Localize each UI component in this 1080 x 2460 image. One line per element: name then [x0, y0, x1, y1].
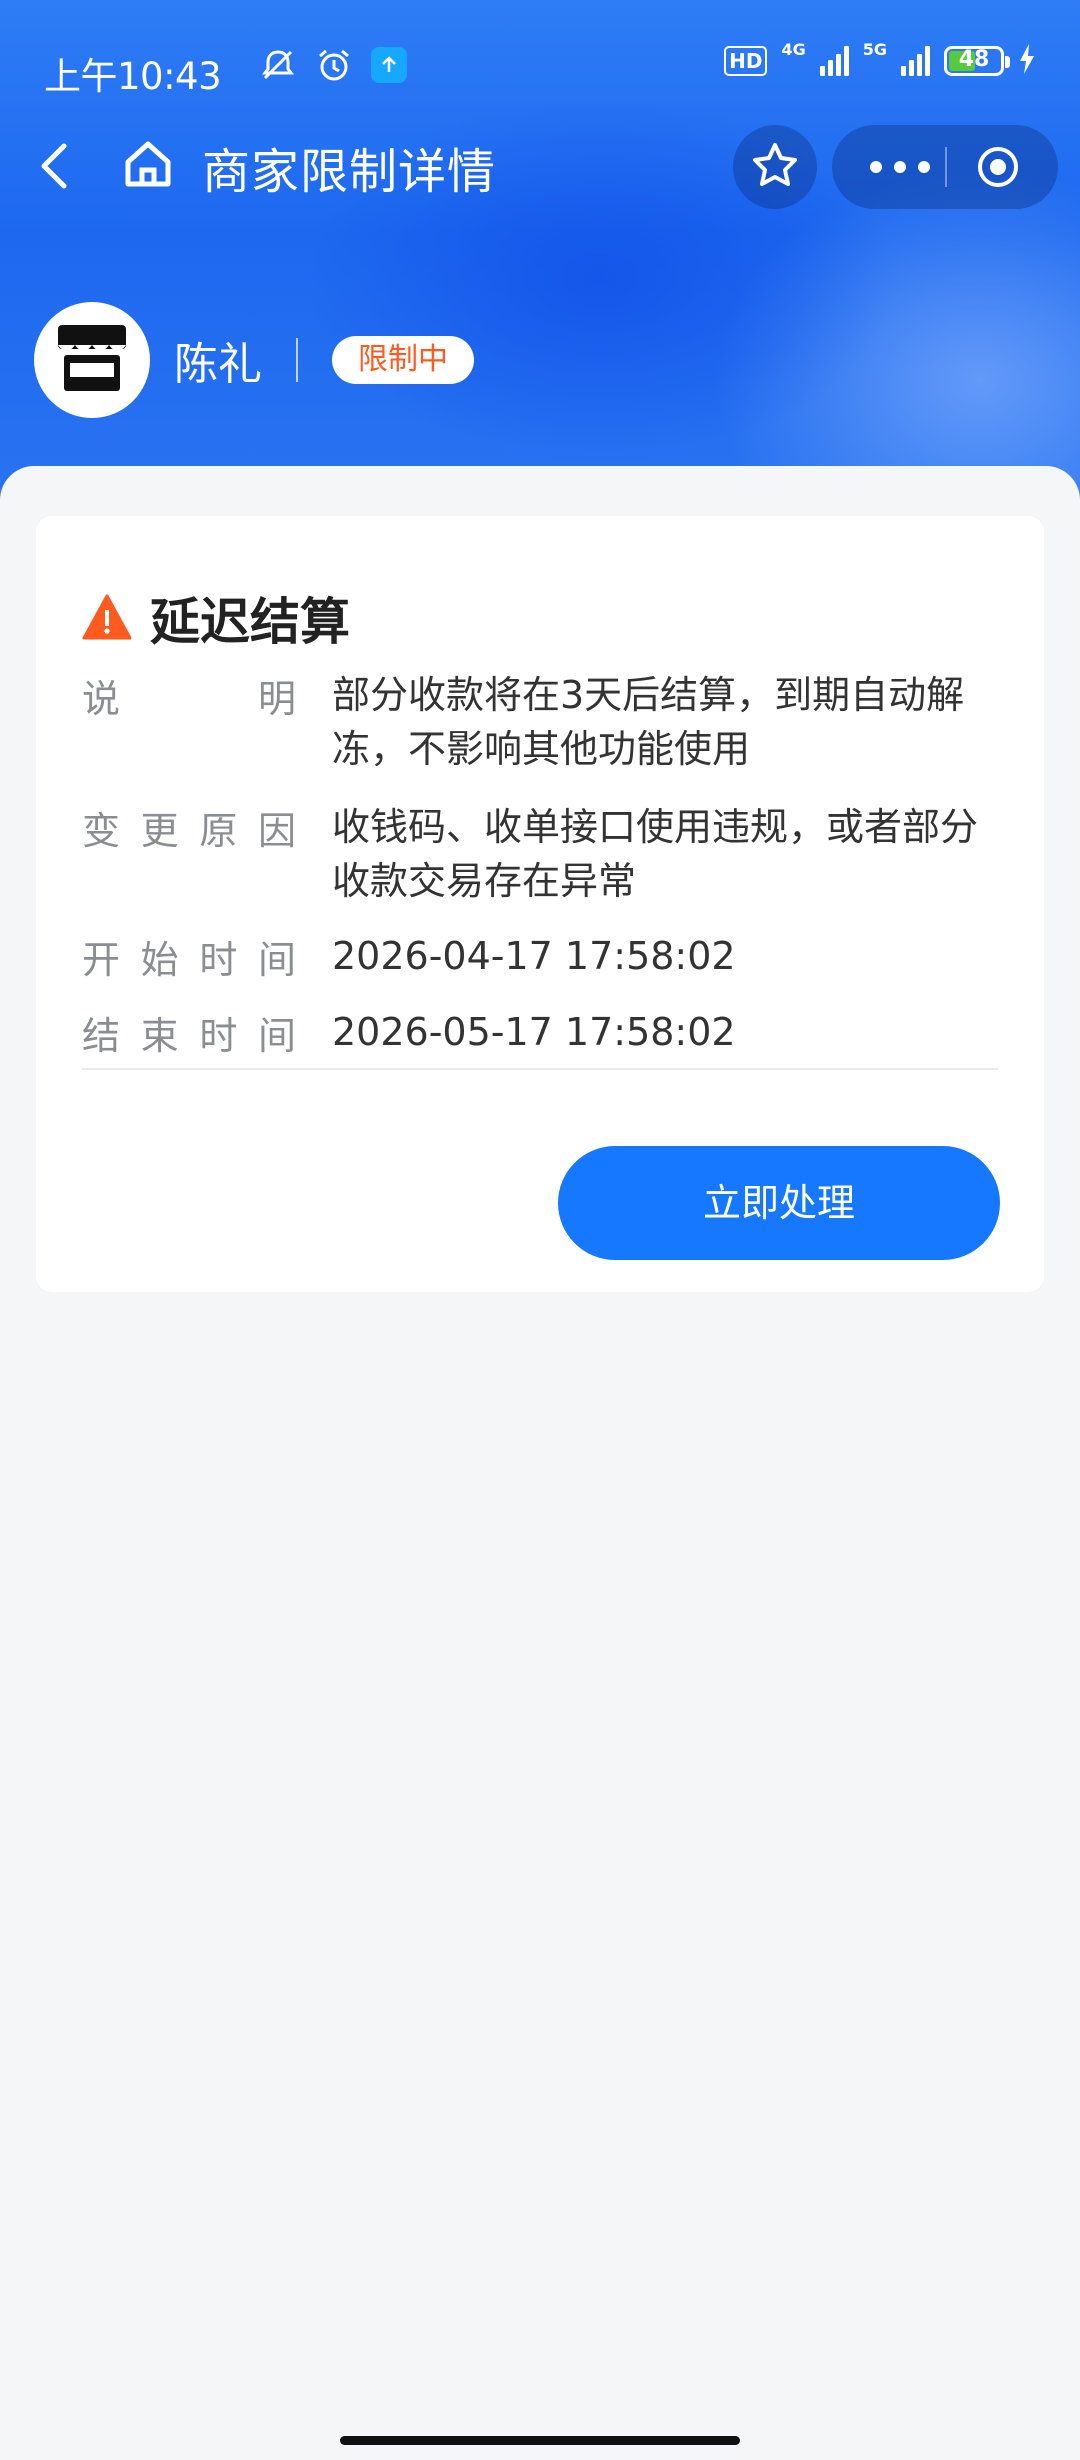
detail-value: 部分收款将在3天后结算，到期自动解冻，不影响其他功能使用 — [332, 673, 965, 771]
merchant-name: 陈礼 — [174, 339, 262, 390]
label-char: 更 — [140, 809, 179, 853]
store-icon — [54, 323, 130, 397]
avatar — [34, 302, 150, 418]
label-char: 明 — [257, 677, 296, 721]
target-icon[interactable] — [976, 145, 1020, 189]
label-char: 变 — [82, 809, 121, 853]
label-char: 时 — [199, 938, 238, 982]
card-header: 延迟结算 — [82, 582, 350, 654]
back-icon[interactable] — [30, 138, 80, 194]
detail-value: 2026-04-17 17:58:02 — [332, 934, 736, 978]
card-divider — [82, 1068, 998, 1070]
label-char: 因 — [257, 809, 296, 853]
card-title: 延迟结算 — [150, 593, 350, 651]
detail-label: 结 束 时 间 — [82, 1005, 296, 1060]
detail-label: 开 始 时 间 — [82, 929, 296, 984]
capsule-divider — [945, 147, 947, 187]
handle-now-button[interactable]: 立即处理 — [558, 1146, 1000, 1260]
label-char: 间 — [257, 1014, 296, 1058]
status-time: 上午10:43 — [44, 55, 222, 98]
label-char: 时 — [199, 1014, 238, 1058]
merchant-info: 陈礼 限制中 — [34, 302, 474, 418]
upload-icon — [371, 47, 407, 83]
battery-level: 48 — [958, 47, 990, 72]
battery-icon: 48 — [944, 46, 1010, 76]
label-char: 束 — [140, 1014, 179, 1058]
mute-icon — [259, 46, 297, 84]
detail-value: 2026-05-17 17:58:02 — [332, 1010, 736, 1054]
label-char: 说 — [82, 677, 121, 721]
status-badge: 限制中 — [332, 336, 474, 384]
label-char: 开 — [82, 938, 121, 982]
page-title: 商家限制详情 — [202, 144, 497, 200]
nav-bar: 商家限制详情 — [0, 120, 1080, 210]
more-icon[interactable] — [870, 155, 930, 179]
detail-label: 变 更 原 因 — [82, 800, 296, 855]
star-icon — [750, 140, 800, 194]
content-sheet: 延迟结算 说 明 部分收款将在3天后结算，到期自动解冻，不影响其他功能使用 变 … — [0, 466, 1080, 2460]
detail-value: 收钱码、收单接口使用违规，或者部分收款交易存在异常 — [332, 805, 979, 903]
home-indicator[interactable] — [340, 2436, 740, 2445]
hd-icon: HD — [724, 46, 768, 76]
network-5g: 5G — [862, 39, 887, 59]
signal-icon-2 — [901, 46, 930, 76]
label-char: 间 — [257, 938, 296, 982]
label-char: 始 — [140, 938, 179, 982]
label-char: 原 — [199, 809, 238, 853]
label-char: 结 — [82, 1014, 121, 1058]
favorite-button[interactable] — [733, 125, 817, 209]
mini-app-capsule — [832, 125, 1058, 209]
home-icon[interactable] — [120, 136, 176, 192]
detail-label: 说 明 — [82, 668, 296, 723]
merchant-divider — [296, 338, 298, 382]
warning-icon — [82, 593, 132, 643]
alarm-icon — [315, 46, 353, 84]
charging-icon — [1018, 44, 1036, 78]
signal-icon — [819, 46, 849, 76]
status-bar: 上午10:43 HD 4G 5G 48 — [44, 39, 1036, 98]
network-4g: 4G — [781, 39, 806, 59]
restriction-card: 延迟结算 说 明 部分收款将在3天后结算，到期自动解冻，不影响其他功能使用 变 … — [36, 516, 1044, 1292]
